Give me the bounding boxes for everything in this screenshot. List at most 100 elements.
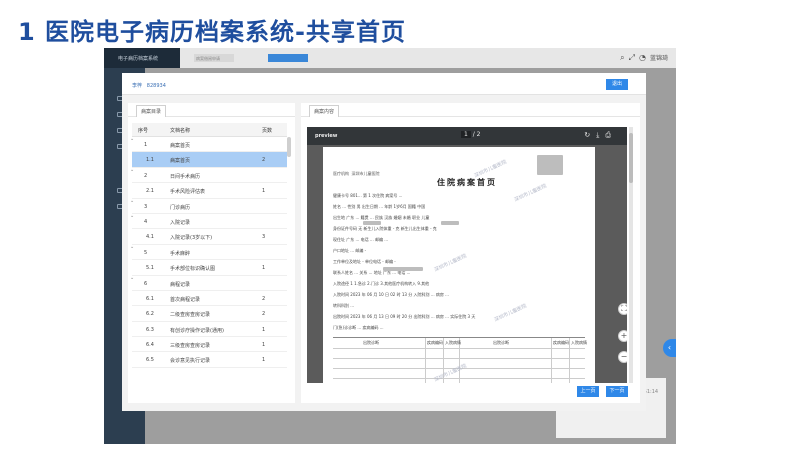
toc-row[interactable]: 2.1 手术风险评估表 1 — [132, 183, 287, 199]
toc-row-number: 1 — [144, 142, 148, 148]
toc-row[interactable]: 6.4 三级查房查房记录 1 — [132, 337, 287, 353]
redacted-block — [363, 221, 381, 225]
zoom-in-icon[interactable]: + — [618, 330, 627, 342]
zoom-out-icon[interactable]: − — [618, 351, 627, 363]
toc-row-number: 6.5 — [146, 357, 154, 364]
toc-row-pages: 1 — [262, 357, 266, 364]
chevron-left-icon[interactable]: ‹ — [663, 339, 676, 357]
toc-row[interactable]: 4.1 入院记录(3岁以下) 3 — [132, 229, 287, 245]
toc-row[interactable]: ⌄ 3 门诊病历 — [130, 198, 287, 214]
toc-row-name: 首次病程记录 — [170, 296, 201, 303]
toc-row-number: 2 — [144, 172, 148, 179]
toc-row-pages: 1 — [262, 326, 266, 333]
toc-row-number: 4.1 — [146, 234, 154, 241]
viewer-title: preview — [315, 133, 338, 139]
toc-row[interactable]: 6.5 会诊意见执行记录 1 — [132, 352, 287, 368]
toc-scrollbar[interactable] — [287, 137, 291, 157]
redacted-block — [441, 221, 459, 225]
modal-header: 李梓 828934 退出 — [122, 73, 646, 95]
toc-row[interactable]: 6.2 二级查房查房记录 2 — [132, 306, 287, 322]
toc-row-number: 1.1 — [146, 157, 154, 164]
toc-row[interactable]: ⌄ 2 日间手术病历 — [130, 167, 287, 184]
toc-row-name: 手术部位标识确认图 — [170, 266, 216, 273]
document-line: 身份证件号码 无 新生儿入院体重 - 克 新生儿出生体重 - 克 — [333, 226, 437, 231]
toc-row-number: 4 — [144, 218, 148, 225]
document-title: 住院病案首页 — [437, 177, 497, 187]
toc-row-name: 手术麻醉 — [170, 250, 191, 257]
chevron-down-icon[interactable]: ⌄ — [130, 275, 134, 281]
document-line: 门(急)诊诊断 ... 疾病编码 ... — [333, 325, 384, 330]
toc-row-name: 入院记录(3岁以下) — [170, 235, 213, 242]
toc-row-number: 6.3 — [146, 326, 154, 333]
page-input[interactable]: 1 — [461, 131, 471, 138]
document-line: 现住址 广东 ... 电话 ... 邮编 ... — [333, 237, 389, 242]
exit-button[interactable]: 退出 — [606, 79, 628, 90]
record-id: 李梓 828934 — [132, 82, 166, 89]
tab-record-content[interactable]: 病案内容 — [309, 105, 340, 117]
chevron-down-icon[interactable]: ⌄ — [130, 198, 134, 204]
app-logo: 电子病历档案系统 — [104, 48, 180, 68]
toc-row-pages: 1 — [262, 188, 266, 195]
tab-record-catalog[interactable]: 病案目录 — [136, 105, 167, 117]
document-line: 入院途径 1 1.急诊 2.门诊 3.其他医疗机构转入 9.其他 — [333, 281, 430, 286]
toc-row-name: 病案首页 — [170, 158, 191, 165]
header-pages: 页数 — [262, 128, 273, 134]
watermark: 深圳市儿童医院 — [493, 303, 528, 324]
hospital-name: 深圳市儿童医院 — [351, 171, 380, 176]
toc-row-pages: 3 — [262, 234, 266, 241]
toc-row-number: 6.1 — [146, 295, 154, 302]
tab-borrow-request[interactable]: 病案借阅申请 — [194, 54, 234, 62]
toc-row-number: 5.1 — [146, 265, 154, 272]
document-line: 出生地 广东 ... 籍贯 ... 民族 汉族 婚姻 未婚 职业 儿童 — [333, 215, 430, 220]
slide-title: 1 医院电子病历档案系统-共享首页 — [18, 18, 407, 46]
toc-row-name: 病程记录 — [170, 281, 191, 288]
toc-row-name: 病案首页 — [170, 143, 191, 149]
table-line — [425, 338, 426, 383]
toc-row[interactable]: 6.1 首次病程记录 2 — [132, 291, 287, 307]
prev-page-button[interactable]: 上一页 — [577, 386, 599, 397]
chevron-down-icon[interactable]: ⌄ — [130, 244, 134, 250]
fit-page-icon[interactable]: ⛶ — [618, 303, 627, 315]
rotate-icon[interactable]: ↻ — [584, 131, 596, 139]
toc-row-name: 门诊病历 — [170, 204, 191, 211]
next-page-button[interactable]: 下一页 — [606, 386, 628, 397]
document-line: 出院时间 2023 年 06 月 13 日 09 时 20 分 出院科别 ...… — [333, 314, 476, 319]
toc-row-name: 二级查房查房记录 — [170, 312, 211, 319]
toc-row[interactable]: 6.3 有创诊疗操作记录(通用) 1 — [132, 322, 287, 338]
user-name[interactable]: 蓝锦琦 — [650, 55, 668, 62]
toc-row[interactable]: ⌄ 4 入院记录 — [130, 213, 287, 230]
toc-row-pages: 1 — [262, 265, 266, 272]
toc-tabbar: 病案目录 — [128, 103, 295, 117]
toc-row-number: 6.2 — [146, 311, 154, 318]
viewer-scrollbar[interactable] — [629, 133, 633, 183]
toc-header: 序号 文档名称 页数 — [132, 123, 287, 137]
tab-active[interactable] — [268, 54, 308, 62]
hospital-label: 医疗机构 — [333, 171, 349, 176]
fullscreen-icon[interactable]: ⤢ — [629, 53, 639, 62]
toc-row[interactable]: ⌄ 5 手术麻醉 — [130, 244, 287, 261]
toc-row[interactable]: 1.1 病案首页 2 — [132, 152, 287, 168]
viewer-toolbar: preview 1 / 2 ↻⤓⎙ — [307, 127, 627, 145]
table-header: 疾病编码 — [553, 340, 569, 345]
toc-row-pages: 2 — [262, 157, 266, 164]
toc-row-number: 6 — [144, 280, 148, 287]
chevron-down-icon[interactable]: ⌄ — [130, 213, 134, 219]
toc-row-name: 有创诊疗操作记录(通用) — [170, 327, 224, 334]
document-line: 健康卡号 801... 第 1 次住院 病案号 ... — [333, 193, 403, 198]
bell-icon[interactable]: ◔ — [639, 53, 650, 62]
table-line — [551, 338, 552, 383]
document-page: 医疗机构 深圳市儿童医院 住院病案首页 健康卡号 801... 第 1 次住院 … — [323, 147, 595, 383]
chevron-down-icon[interactable]: ⌄ — [130, 136, 134, 142]
header-name: 文档名称 — [170, 128, 191, 134]
search-icon[interactable]: ⌕ — [620, 53, 628, 62]
chevron-down-icon[interactable]: ⌄ — [130, 167, 134, 173]
table-header: 出院诊断 — [493, 340, 509, 345]
toc-row-name: 会诊意见执行记录 — [170, 358, 211, 365]
toc-row[interactable]: ⌄ 1 病案首页 — [130, 136, 287, 153]
print-icon[interactable]: ⎙ — [605, 131, 617, 139]
table-header: 入院病情 — [445, 340, 461, 345]
pdf-viewer: preview 1 / 2 ↻⤓⎙ 医疗机构 深圳市儿童医院 住院病案首页 健康… — [307, 127, 627, 383]
toc-row[interactable]: ⌄ 6 病程记录 — [130, 275, 287, 291]
document-line: 工作单位及地址 - 单位电话 - 邮编 - — [333, 259, 396, 264]
toc-row[interactable]: 5.1 手术部位标识确认图 1 — [132, 260, 287, 276]
